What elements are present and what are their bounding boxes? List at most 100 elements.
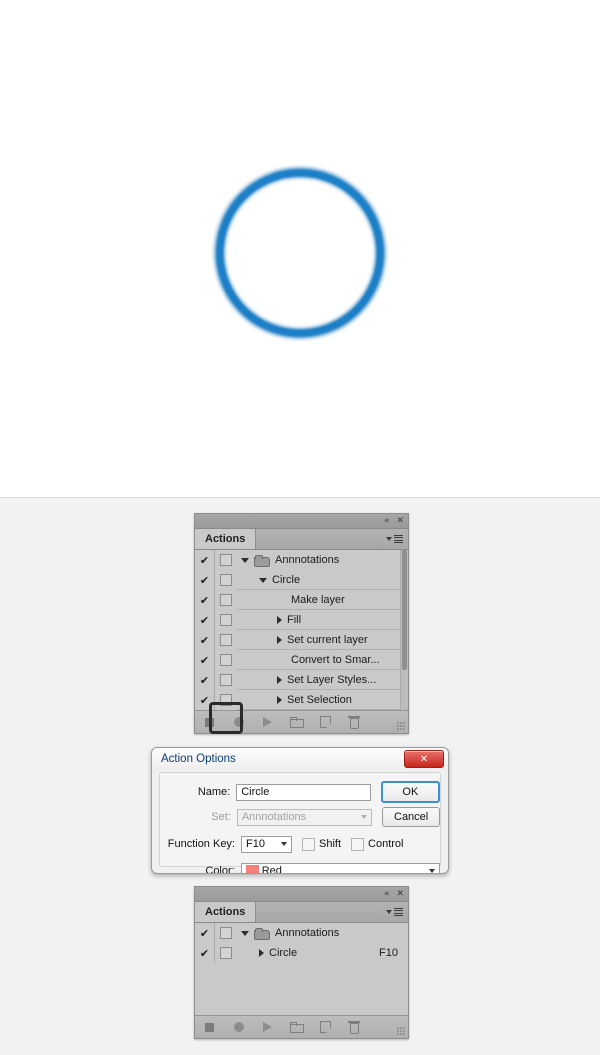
action-list-row[interactable]: ✔ Circle F10	[195, 943, 408, 963]
row-dialog-toggle[interactable]	[215, 670, 237, 690]
row-dialog-toggle[interactable]	[215, 690, 237, 710]
close-icon[interactable]: ✕	[396, 889, 404, 899]
name-label: Name:	[197, 786, 231, 798]
toggle-dialog-icon	[220, 694, 232, 706]
row-content[interactable]: Annnotations	[237, 550, 408, 570]
toggle-dialog-icon	[220, 574, 232, 586]
row-function-key: F10	[379, 947, 398, 959]
row-enable-toggle[interactable]: ✔	[195, 690, 215, 710]
action-list-row[interactable]: ✔ Fill	[195, 610, 408, 630]
row-enable-toggle[interactable]: ✔	[195, 630, 215, 650]
ok-button[interactable]: OK	[380, 781, 440, 803]
action-list-row[interactable]: ✔ Set current layer	[195, 630, 408, 650]
trash-icon	[348, 1021, 360, 1034]
row-dialog-toggle[interactable]	[215, 550, 237, 570]
row-enable-toggle[interactable]: ✔	[195, 610, 215, 630]
panel-menu-icon[interactable]	[386, 529, 408, 549]
resize-grip-icon[interactable]	[397, 1027, 406, 1036]
row-content[interactable]: Fill	[237, 610, 408, 630]
play-button[interactable]	[253, 711, 282, 733]
collapse-panel-icon[interactable]: «	[384, 889, 390, 899]
close-icon[interactable]: ✕	[396, 516, 404, 526]
disclosure-closed-icon[interactable]	[259, 949, 264, 957]
row-content[interactable]: Annnotations	[237, 923, 408, 943]
function-key-value: F10	[246, 838, 265, 850]
hamburger-icon	[394, 907, 403, 917]
disclosure-closed-icon[interactable]	[277, 676, 282, 684]
tab-actions[interactable]: Actions	[195, 529, 257, 549]
row-content[interactable]: Set Selection	[237, 690, 408, 710]
record-button[interactable]	[224, 711, 253, 733]
control-checkbox[interactable]: Control	[351, 837, 404, 851]
vertical-scrollbar[interactable]	[400, 550, 408, 710]
cancel-button[interactable]: Cancel	[382, 807, 440, 827]
new-action-button[interactable]	[311, 711, 340, 733]
disclosure-closed-icon[interactable]	[277, 696, 282, 704]
row-enable-toggle[interactable]: ✔	[195, 590, 215, 610]
play-button[interactable]	[253, 1016, 282, 1038]
delete-button[interactable]	[340, 1016, 369, 1038]
row-enable-toggle[interactable]: ✔	[195, 923, 215, 943]
action-list-row[interactable]: ✔ Convert to Smar...	[195, 650, 408, 670]
row-enable-toggle[interactable]: ✔	[195, 650, 215, 670]
collapse-panel-icon[interactable]: «	[384, 516, 390, 526]
delete-button[interactable]	[340, 711, 369, 733]
chevron-down-icon	[357, 810, 371, 825]
action-options-dialog: Action Options ✕ Name: Circle OK Set: An…	[151, 747, 449, 874]
disclosure-open-icon[interactable]	[259, 577, 267, 583]
tab-actions[interactable]: Actions	[195, 902, 257, 922]
action-list-row[interactable]: ✔ Annnotations	[195, 923, 408, 943]
panel-menu-icon[interactable]	[386, 902, 408, 922]
action-list-row[interactable]: ✔ Set Layer Styles...	[195, 670, 408, 690]
row-content[interactable]: Set Layer Styles...	[237, 670, 408, 690]
control-label: Control	[368, 838, 404, 850]
close-icon[interactable]: ✕	[404, 750, 444, 768]
chevron-down-icon	[386, 910, 392, 914]
row-content[interactable]: Make layer	[237, 590, 408, 610]
row-dialog-toggle[interactable]	[215, 650, 237, 670]
resize-grip-icon[interactable]	[397, 722, 406, 731]
function-key-select[interactable]: F10	[241, 835, 292, 853]
row-content[interactable]: Convert to Smar...	[237, 650, 408, 670]
record-circle-icon	[233, 717, 244, 727]
disclosure-open-icon[interactable]	[241, 930, 249, 936]
action-list-row[interactable]: ✔ Annnotations	[195, 550, 408, 570]
row-content[interactable]: Set current layer	[237, 630, 408, 650]
stop-button[interactable]	[195, 1016, 224, 1038]
checkmark-icon: ✔	[199, 673, 210, 687]
stop-button[interactable]	[195, 711, 224, 733]
row-label: Set current layer	[287, 634, 368, 646]
row-dialog-toggle[interactable]	[215, 923, 237, 943]
disclosure-open-icon[interactable]	[241, 557, 249, 563]
new-set-button[interactable]	[282, 1016, 311, 1038]
row-enable-toggle[interactable]: ✔	[195, 550, 215, 570]
action-list-row[interactable]: ✔ Set Selection	[195, 690, 408, 710]
name-input[interactable]: Circle	[236, 783, 371, 801]
document-canvas	[0, 0, 600, 498]
row-enable-toggle[interactable]: ✔	[195, 670, 215, 690]
color-select[interactable]: Red	[240, 862, 440, 873]
row-dialog-toggle[interactable]	[215, 570, 237, 590]
row-enable-toggle[interactable]: ✔	[195, 570, 215, 590]
disclosure-closed-icon[interactable]	[277, 616, 282, 624]
toggle-dialog-icon	[220, 614, 232, 626]
row-dialog-toggle[interactable]	[215, 590, 237, 610]
row-dialog-toggle[interactable]	[215, 630, 237, 650]
new-action-button[interactable]	[311, 1016, 340, 1038]
row-dialog-toggle[interactable]	[215, 610, 237, 630]
action-list-row[interactable]: ✔ Circle	[195, 570, 408, 590]
toggle-dialog-icon	[220, 554, 232, 566]
checkmark-icon: ✔	[199, 946, 210, 960]
row-dialog-toggle[interactable]	[215, 943, 237, 963]
shift-checkbox[interactable]: Shift	[302, 837, 341, 851]
action-list-row[interactable]: ✔ Make layer	[195, 590, 408, 610]
row-content[interactable]: Circle	[237, 570, 408, 590]
scrollbar-thumb[interactable]	[402, 550, 407, 670]
disclosure-closed-icon[interactable]	[277, 636, 282, 644]
row-enable-toggle[interactable]: ✔	[195, 943, 215, 963]
record-button[interactable]	[224, 1016, 253, 1038]
actions-list[interactable]: ✔ Annnotations ✔ Circle F10	[195, 923, 408, 1015]
actions-list[interactable]: ✔ Annnotations ✔ Circle ✔ Make layer ✔ Fill ✔ Set…	[195, 550, 408, 710]
row-content[interactable]: Circle F10	[237, 943, 408, 963]
new-set-button[interactable]	[282, 711, 311, 733]
